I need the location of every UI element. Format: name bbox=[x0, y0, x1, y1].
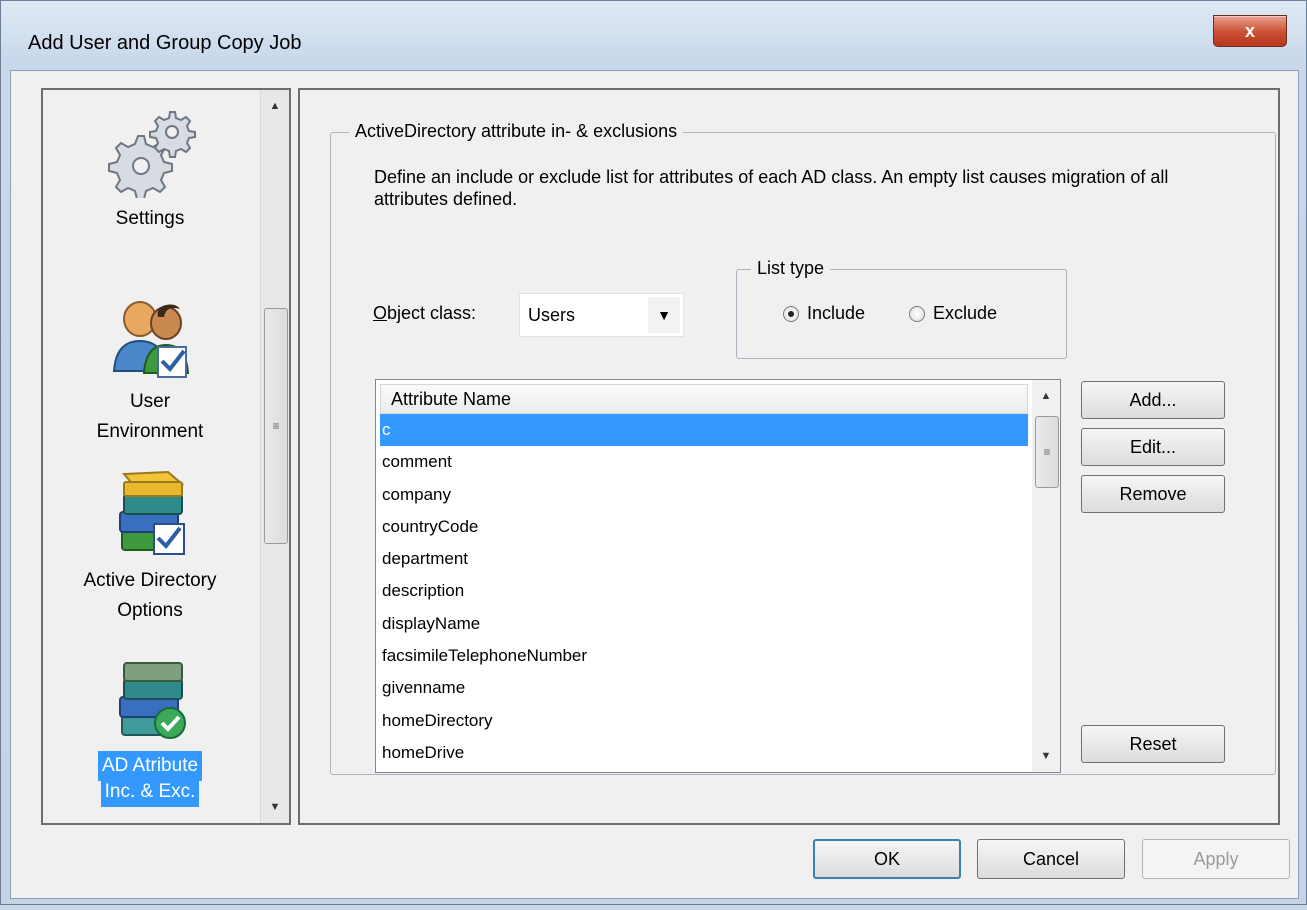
cancel-button[interactable]: Cancel bbox=[977, 839, 1125, 879]
exclude-radio-option[interactable]: Exclude bbox=[909, 303, 997, 324]
attribute-list[interactable]: Attribute Name c comment company country… bbox=[375, 379, 1061, 773]
list-type-groupbox: List type Include Exclude bbox=[736, 258, 1067, 359]
dialog-client-area: Settings User Environment Active Directo… bbox=[10, 70, 1299, 899]
reset-button[interactable]: Reset bbox=[1081, 725, 1225, 763]
scroll-down-arrow-icon[interactable]: ▼ bbox=[261, 795, 289, 819]
list-item[interactable]: displayName bbox=[380, 608, 1028, 640]
gears-icon bbox=[108, 111, 196, 200]
sidebar-scrollbar[interactable]: ▲ ≡ ▼ bbox=[260, 90, 289, 823]
apply-button[interactable]: Apply bbox=[1142, 839, 1290, 879]
list-item[interactable]: countryCode bbox=[380, 511, 1028, 543]
users-icon bbox=[112, 301, 190, 378]
list-item[interactable]: c bbox=[380, 414, 1028, 447]
chevron-down-icon[interactable]: ▼ bbox=[648, 297, 680, 333]
books-ok-icon bbox=[119, 662, 186, 739]
exclude-radio[interactable] bbox=[909, 305, 925, 322]
scroll-up-arrow-icon[interactable]: ▲ bbox=[1032, 384, 1060, 408]
sidebar-item-settings[interactable]: Settings bbox=[43, 108, 257, 234]
dialog-window: Add User and Group Copy Job x Settings U… bbox=[0, 0, 1307, 905]
description-text: Define an include or exclude list for at… bbox=[374, 167, 1169, 209]
sidebar-item-label: Inc. & Exc. bbox=[100, 777, 200, 807]
object-class-dropdown[interactable]: Users ▼ bbox=[519, 293, 684, 337]
sidebar-item-ad-attribute[interactable]: AD Atribute Inc. & Exc. bbox=[43, 653, 257, 807]
list-item[interactable]: comment bbox=[380, 446, 1028, 478]
window-title: Add User and Group Copy Job bbox=[28, 32, 302, 54]
list-item[interactable]: facsimileTelephoneNumber bbox=[380, 640, 1028, 672]
list-item[interactable]: company bbox=[380, 479, 1028, 511]
include-label: Include bbox=[807, 303, 866, 323]
list-item[interactable]: homeDirectory bbox=[380, 705, 1028, 737]
attribute-groupbox: ActiveDirectory attribute in- & exclusio… bbox=[330, 121, 1276, 775]
ok-button[interactable]: OK bbox=[813, 839, 961, 879]
sidebar-nav: Settings User Environment Active Directo… bbox=[41, 88, 291, 825]
list-item[interactable]: description bbox=[380, 575, 1028, 607]
list-type-title: List type bbox=[751, 258, 831, 279]
add-button[interactable]: Add... bbox=[1081, 381, 1225, 419]
sidebar-item-label: Settings bbox=[115, 208, 185, 229]
sidebar-item-user-environment[interactable]: User Environment bbox=[43, 293, 257, 447]
sidebar-item-label: Environment bbox=[96, 421, 204, 442]
sidebar-item-label: Active Directory bbox=[83, 570, 217, 591]
close-button[interactable]: x bbox=[1213, 15, 1287, 47]
close-icon: x bbox=[1244, 20, 1255, 41]
column-header-attribute-name[interactable]: Attribute Name bbox=[380, 384, 1028, 414]
object-class-label: Object class: bbox=[373, 303, 477, 323]
scrollbar-thumb[interactable]: ≡ bbox=[264, 308, 288, 544]
list-item[interactable]: homeDrive bbox=[380, 737, 1028, 769]
groupbox-title: ActiveDirectory attribute in- & exclusio… bbox=[349, 121, 684, 142]
scroll-up-arrow-icon[interactable]: ▲ bbox=[261, 94, 289, 118]
settings-panel: ActiveDirectory attribute in- & exclusio… bbox=[298, 88, 1280, 825]
sidebar-item-active-directory-options[interactable]: Active Directory Options bbox=[43, 468, 257, 626]
list-item[interactable]: givenname bbox=[380, 672, 1028, 704]
edit-button[interactable]: Edit... bbox=[1081, 428, 1225, 466]
attribute-rows: c comment company countryCode department… bbox=[380, 414, 1028, 769]
exclude-label: Exclude bbox=[933, 303, 998, 323]
list-scrollbar[interactable]: ▲ ≡ ▼ bbox=[1032, 380, 1060, 772]
books-check-icon bbox=[119, 470, 185, 555]
scrollbar-thumb[interactable]: ≡ bbox=[1035, 416, 1059, 488]
scroll-down-arrow-icon[interactable]: ▼ bbox=[1032, 744, 1060, 768]
remove-button[interactable]: Remove bbox=[1081, 475, 1225, 513]
sidebar-item-label: User bbox=[129, 391, 171, 412]
sidebar-item-label: Options bbox=[117, 600, 183, 621]
include-radio-option[interactable]: Include bbox=[783, 303, 865, 324]
include-radio[interactable] bbox=[783, 305, 799, 322]
object-class-value: Users bbox=[528, 305, 576, 325]
list-item[interactable]: department bbox=[380, 543, 1028, 575]
